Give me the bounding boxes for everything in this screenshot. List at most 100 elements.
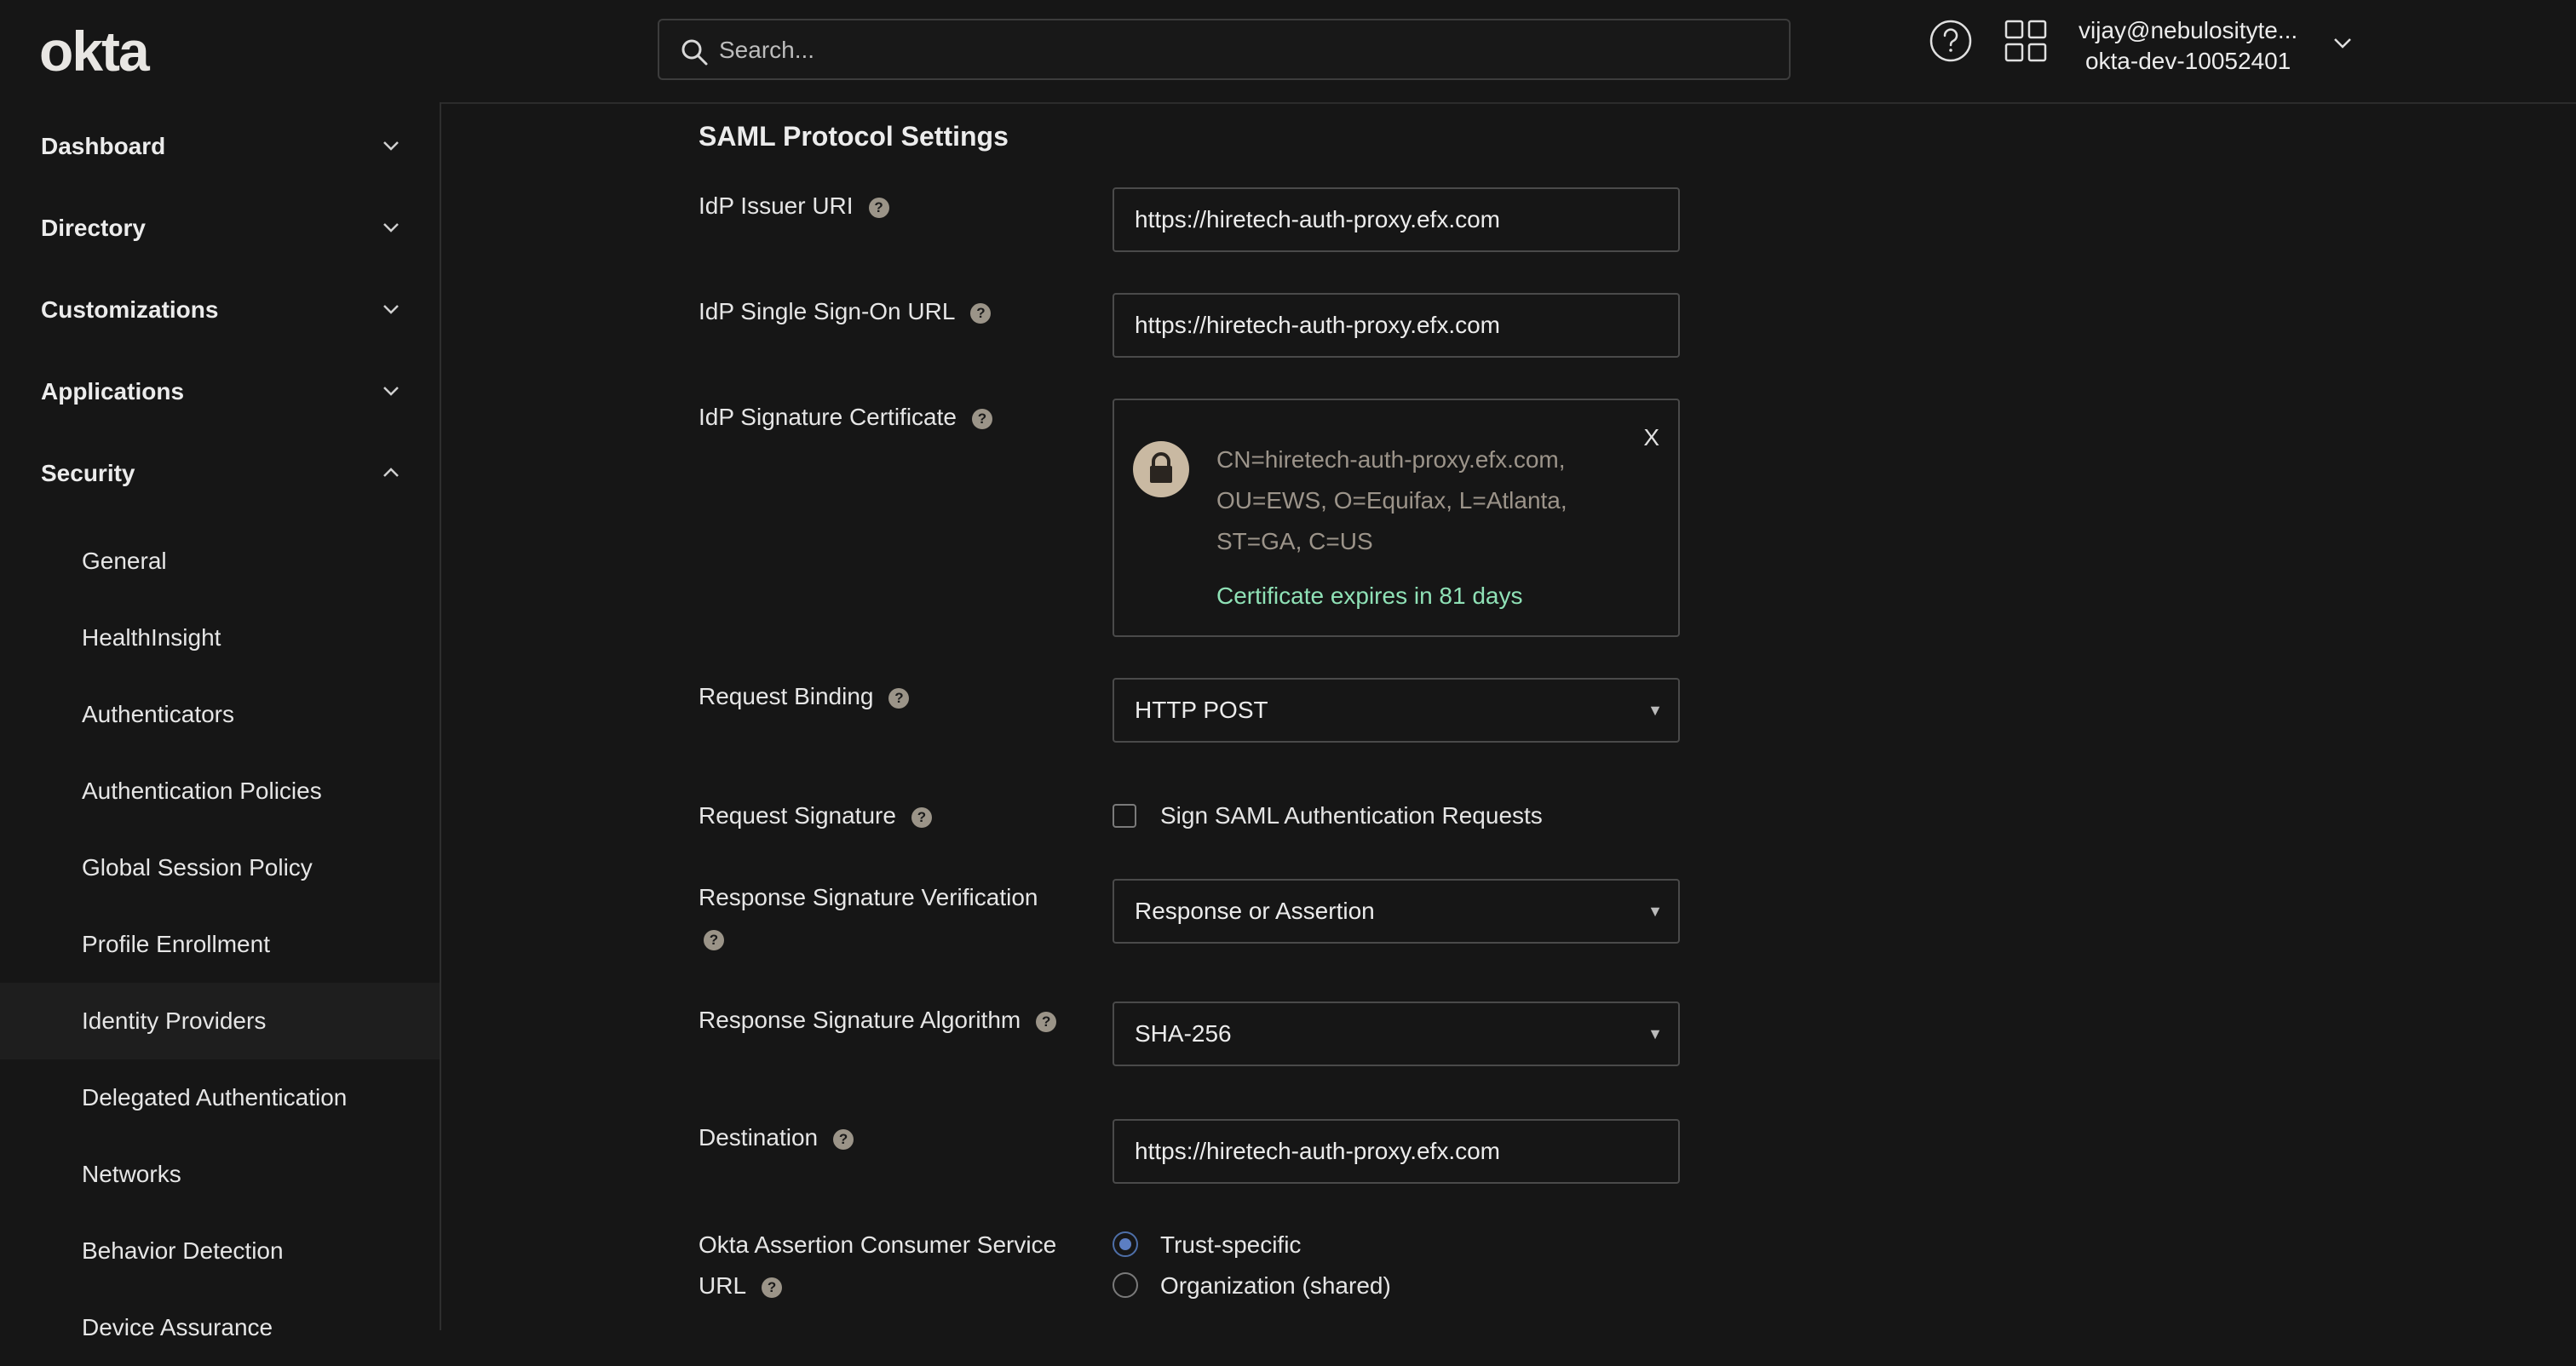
sidebar-nav: Dashboard Directory Customizations Appli… [0,102,441,1340]
idp-issuer-uri-label: IdP Issuer URI? [699,186,889,227]
sidebar-item-identity-providers[interactable]: Identity Providers [0,983,440,1059]
radio-trust-specific[interactable] [1113,1231,1138,1257]
response-sig-verification-help: ? [688,918,724,959]
sidebar-item-general[interactable]: General [0,523,440,600]
destination-input[interactable]: https://hiretech-auth-proxy.efx.com [1113,1119,1680,1184]
sidebar-item-label: HealthInsight [82,624,221,651]
sidebar-item-label: Directory [41,215,146,241]
search-bar[interactable] [658,19,1791,80]
radio-organization-shared-label[interactable]: Organization (shared) [1160,1266,1391,1306]
sidebar-item-customizations[interactable]: Customizations [0,269,440,351]
chevron-down-icon [383,141,399,151]
sidebar-item-device-assurance[interactable]: Device Assurance [0,1289,440,1366]
sidebar-item-behavior-detection[interactable]: Behavior Detection [0,1213,440,1289]
org-name: okta-dev-10052401 [2084,48,2291,74]
sidebar-item-networks[interactable]: Networks [0,1136,440,1213]
sign-requests-checkbox[interactable] [1113,804,1136,828]
help-icon[interactable]: ? [833,1128,854,1150]
help-icon[interactable]: ? [762,1277,783,1298]
sidebar-item-healthinsight[interactable]: HealthInsight [0,600,440,676]
sidebar-item-security[interactable]: Security [0,433,440,514]
certificate-subject: CN=hiretech-auth-proxy.efx.com, OU=EWS, … [1216,439,1625,562]
help-icon[interactable]: ? [888,687,910,709]
sidebar-item-label: Identity Providers [82,1007,267,1034]
response-sig-algorithm-label: Response Signature Algorithm? [699,1000,1057,1041]
sidebar-item-label: Global Session Policy [82,854,313,881]
chevron-down-icon[interactable] [2331,31,2355,55]
sidebar-item-directory[interactable]: Directory [0,187,440,269]
sidebar-item-label: Dashboard [41,133,166,159]
sidebar-item-authentication-policies[interactable]: Authentication Policies [0,753,440,829]
help-icon[interactable]: ? [911,806,932,828]
field-label: Request Signature [699,802,896,829]
sidebar-item-authenticators[interactable]: Authenticators [0,676,440,753]
apps-grid-icon[interactable] [2004,19,2048,63]
search-input[interactable] [717,20,1768,80]
search-icon [681,39,708,66]
radio-trust-specific-label[interactable]: Trust-specific [1160,1225,1301,1266]
chevron-up-icon [383,468,399,477]
sidebar-item-global-session-policy[interactable]: Global Session Policy [0,829,440,906]
field-label-line2: URL? [699,1266,1056,1306]
okta-logo[interactable]: okta [39,20,150,82]
field-label: Response Signature Verification [699,884,1038,910]
user-email: vijay@nebulosityte... [2079,17,2298,43]
help-icon[interactable]: ? [1036,1011,1057,1032]
sidebar-item-label: Security [41,460,135,486]
sidebar-item-profile-enrollment[interactable]: Profile Enrollment [0,906,440,983]
response-sig-algorithm-select[interactable]: SHA-256 ▼ [1113,1002,1680,1066]
destination-label: Destination? [699,1117,854,1158]
certificate-expiry: Certificate expires in 81 days [1216,583,1523,609]
field-label: Request Binding [699,683,874,709]
chevron-down-icon [383,305,399,314]
idp-cert-label: IdP Signature Certificate? [699,397,992,438]
field-label: IdP Issuer URI [699,192,854,219]
sidebar-item-label: Authentication Policies [82,778,322,804]
idp-sso-url-input[interactable]: https://hiretech-auth-proxy.efx.com [1113,293,1680,358]
user-menu[interactable]: vijay@nebulosityte... okta-dev-10052401 [2079,15,2297,77]
sidebar-item-delegated-authentication[interactable]: Delegated Authentication [0,1059,440,1136]
sidebar-item-label: Profile Enrollment [82,931,270,957]
help-icon[interactable]: ? [970,302,992,324]
help-icon[interactable] [1929,19,1973,63]
request-binding-select[interactable]: HTTP POST ▼ [1113,678,1680,743]
cert-subject-line: OU=EWS, O=Equifax, L=Atlanta, [1216,487,1567,514]
chevron-down-icon [383,387,399,396]
help-icon[interactable]: ? [868,197,889,218]
select-value: HTTP POST [1135,697,1268,723]
cert-subject-line: ST=GA, C=US [1216,528,1373,554]
select-value: SHA-256 [1135,1020,1232,1047]
dropdown-arrow-icon: ▼ [1647,702,1663,719]
acs-url-label: Okta Assertion Consumer Service URL? [699,1225,1056,1306]
field-label: Response Signature Algorithm [699,1007,1021,1033]
response-sig-verification-select[interactable]: Response or Assertion ▼ [1113,879,1680,944]
field-label: Okta Assertion Consumer Service [699,1231,1057,1258]
dropdown-arrow-icon: ▼ [1647,903,1663,920]
sidebar-item-label: Networks [82,1161,181,1187]
chevron-down-icon [383,223,399,232]
sidebar-item-label: Authenticators [82,701,234,727]
sidebar-item-applications[interactable]: Applications [0,351,440,433]
sidebar-item-label: Delegated Authentication [82,1084,348,1111]
response-sig-verification-label: Response Signature Verification [699,877,1038,918]
field-label: Destination [699,1124,819,1151]
sidebar-item-label: Behavior Detection [82,1237,284,1264]
top-header: okta vijay@nebulosityte... okta-dev-1005… [0,0,2576,104]
idp-issuer-uri-input[interactable]: https://hiretech-auth-proxy.efx.com [1113,187,1680,252]
idp-sso-url-label: IdP Single Sign-On URL? [699,291,992,332]
sidebar-item-label: Applications [41,378,185,405]
section-title: SAML Protocol Settings [699,121,1009,152]
cert-subject-line: CN=hiretech-auth-proxy.efx.com, [1216,446,1566,473]
request-binding-label: Request Binding? [699,676,910,717]
close-icon[interactable]: X [1643,424,1659,451]
help-icon[interactable]: ? [971,408,992,429]
sign-requests-label[interactable]: Sign SAML Authentication Requests [1160,795,1543,836]
radio-organization-shared[interactable] [1113,1272,1138,1298]
lock-icon [1133,441,1189,497]
field-label: IdP Signature Certificate [699,404,957,430]
sidebar-item-dashboard[interactable]: Dashboard [0,106,440,187]
sidebar-item-label: General [82,548,167,574]
help-icon[interactable]: ? [704,929,724,950]
field-label: IdP Single Sign-On URL [699,298,956,324]
main-content: SAML Protocol Settings IdP Issuer URI? h… [441,102,2576,1330]
